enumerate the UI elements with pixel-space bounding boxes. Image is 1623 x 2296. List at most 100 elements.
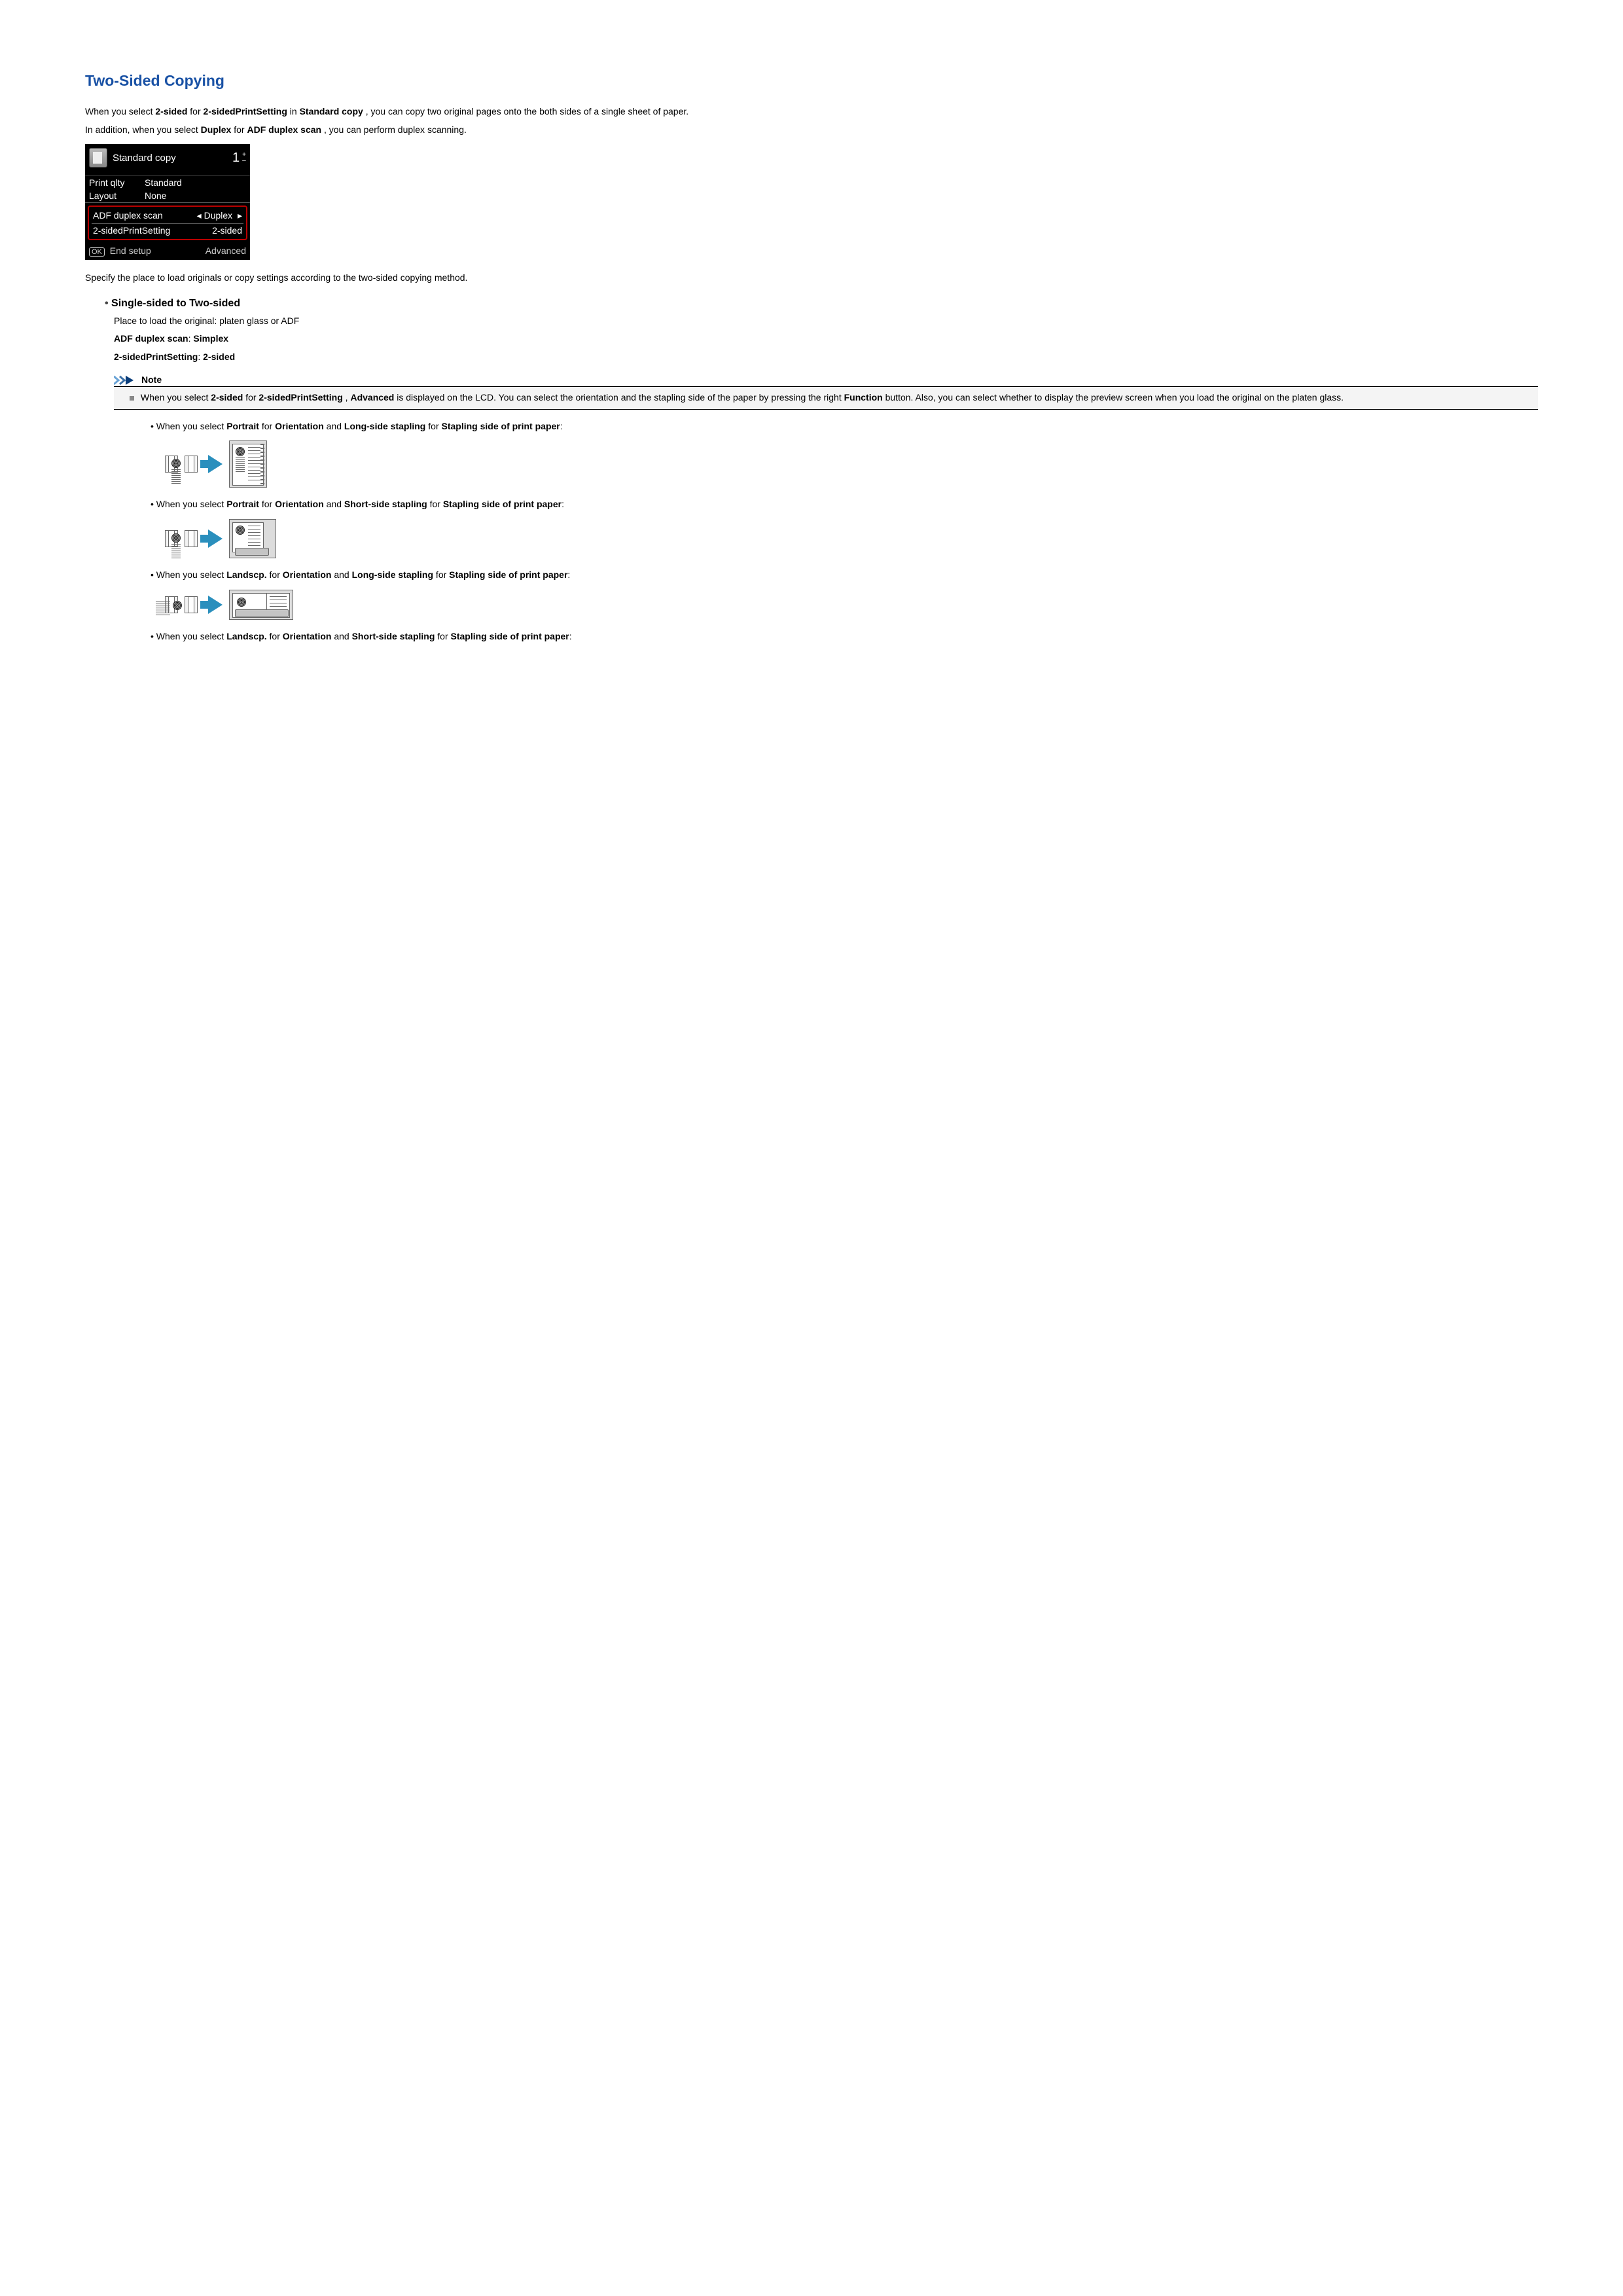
- lcd-two-v: 2-sided: [212, 225, 242, 236]
- lcd-copies: 1: [232, 151, 241, 166]
- diagram-portrait-long: [165, 440, 1538, 488]
- t: 2-sidedPrintSetting: [114, 351, 198, 362]
- t: Long-side stapling: [344, 421, 425, 431]
- t: , you can copy two original pages onto t…: [366, 106, 688, 117]
- lcd-advanced: Advanced: [205, 245, 246, 256]
- t: 2-sided: [155, 106, 187, 117]
- t: :: [569, 631, 572, 641]
- lcd-printqlty-k: Print qlty: [89, 177, 145, 188]
- t: When you select: [156, 421, 226, 431]
- t: for: [245, 392, 259, 403]
- place-to-load: Place to load the original: platen glass…: [114, 315, 1538, 328]
- t: Stapling side of print paper: [449, 569, 567, 580]
- diagram-landscape-long: [165, 590, 1538, 620]
- t: Stapling side of print paper: [451, 631, 569, 641]
- t: for: [259, 421, 275, 431]
- t: Long-side stapling: [352, 569, 433, 580]
- t: is displayed on the LCD. You can select …: [397, 392, 844, 403]
- note-chevron-icon: [114, 374, 137, 385]
- intro-p2: In addition, when you select Duplex for …: [85, 124, 1538, 137]
- arrow-icon: [208, 596, 223, 614]
- t: Orientation: [275, 421, 324, 431]
- t: and: [324, 421, 344, 431]
- note-heading: Note: [114, 373, 1538, 387]
- t: –: [242, 157, 246, 164]
- t: :: [198, 351, 203, 362]
- t: When you select: [156, 569, 226, 580]
- t: ADF duplex scan: [114, 333, 188, 344]
- t: In addition, when you select: [85, 124, 201, 135]
- t: Stapling side of print paper: [442, 421, 560, 431]
- lcd-layout-k: Layout: [89, 190, 145, 201]
- lcd-layout-v: None: [145, 190, 166, 201]
- plus-minus-icon: + –: [241, 152, 246, 164]
- t: Duplex: [201, 124, 232, 135]
- t: Orientation: [283, 631, 332, 641]
- t: Duplex: [204, 210, 233, 221]
- t: Short-side stapling: [352, 631, 435, 641]
- t: , you can perform duplex scanning.: [324, 124, 467, 135]
- t: When you select: [156, 631, 226, 641]
- t: When you select: [141, 392, 211, 403]
- option-portrait-short: When you select Portrait for Orientation…: [151, 498, 1538, 558]
- t: Function: [844, 392, 883, 403]
- t: button. Also, you can select whether to …: [885, 392, 1344, 403]
- t: Orientation: [275, 499, 324, 509]
- t: for: [234, 124, 247, 135]
- lcd-highlighted-rows: ADF duplex scan ◂ Duplex ▸ 2-sidedPrintS…: [88, 206, 247, 240]
- option-portrait-long: When you select Portrait for Orientation…: [151, 420, 1538, 488]
- t: 2-sidedPrintSetting: [204, 106, 287, 117]
- t: and: [331, 631, 351, 641]
- setting-adf: ADF duplex scan: Simplex: [114, 332, 1538, 346]
- t: 2-sidedPrintSetting: [259, 392, 342, 403]
- t: 2-sided: [203, 351, 235, 362]
- t: for: [267, 569, 283, 580]
- after-lcd: Specify the place to load originals or c…: [85, 272, 1538, 285]
- lcd-printqlty-v: Standard: [145, 177, 182, 188]
- t: for: [427, 499, 443, 509]
- t: for: [259, 499, 275, 509]
- copy-icon: [89, 148, 107, 168]
- arrow-icon: [208, 455, 223, 473]
- t: When you select: [85, 106, 155, 117]
- intro-p1: When you select 2-sided for 2-sidedPrint…: [85, 105, 1538, 118]
- t: :: [562, 499, 564, 509]
- lcd-adf-k: ADF duplex scan: [93, 210, 163, 221]
- t: Standard copy: [300, 106, 363, 117]
- t: :: [567, 569, 570, 580]
- note-title: Note: [141, 374, 162, 385]
- section-heading-single-to-two: Single-sided to Two-sided: [105, 298, 1538, 310]
- ok-icon: OK: [89, 247, 105, 257]
- t: in: [290, 106, 300, 117]
- t: When you select: [156, 499, 226, 509]
- t: for: [190, 106, 203, 117]
- lcd-adf-v: ◂ Duplex ▸: [197, 210, 242, 221]
- t: Landscp.: [226, 631, 266, 641]
- option-landscape-short: When you select Landscp. for Orientation…: [151, 630, 1538, 643]
- t: for: [433, 569, 449, 580]
- t: Stapling side of print paper: [443, 499, 562, 509]
- diagram-portrait-short: [165, 519, 1538, 558]
- t: Advanced: [350, 392, 394, 403]
- note-body: When you select 2-sided for 2-sidedPrint…: [114, 387, 1538, 410]
- lcd-end-setup: End setup: [110, 245, 151, 256]
- t: :: [560, 421, 563, 431]
- t: for: [435, 631, 450, 641]
- lcd-screenshot: Standard copy 1 + – Print qlty Standard …: [85, 144, 250, 260]
- t: for: [425, 421, 441, 431]
- setting-2sided: 2-sidedPrintSetting: 2-sided: [114, 351, 1538, 364]
- t: Orientation: [283, 569, 332, 580]
- t: for: [267, 631, 283, 641]
- t: Portrait: [226, 499, 259, 509]
- t: Simplex: [193, 333, 228, 344]
- t: Short-side stapling: [344, 499, 427, 509]
- t: ADF duplex scan: [247, 124, 321, 135]
- t: and: [331, 569, 351, 580]
- t: and: [324, 499, 344, 509]
- t: Portrait: [226, 421, 259, 431]
- arrow-icon: [208, 529, 223, 548]
- lcd-title: Standard copy: [113, 152, 232, 164]
- bullet-icon: [130, 396, 134, 401]
- t: 2-sided: [211, 392, 243, 403]
- lcd-two-k: 2-sidedPrintSetting: [93, 225, 170, 236]
